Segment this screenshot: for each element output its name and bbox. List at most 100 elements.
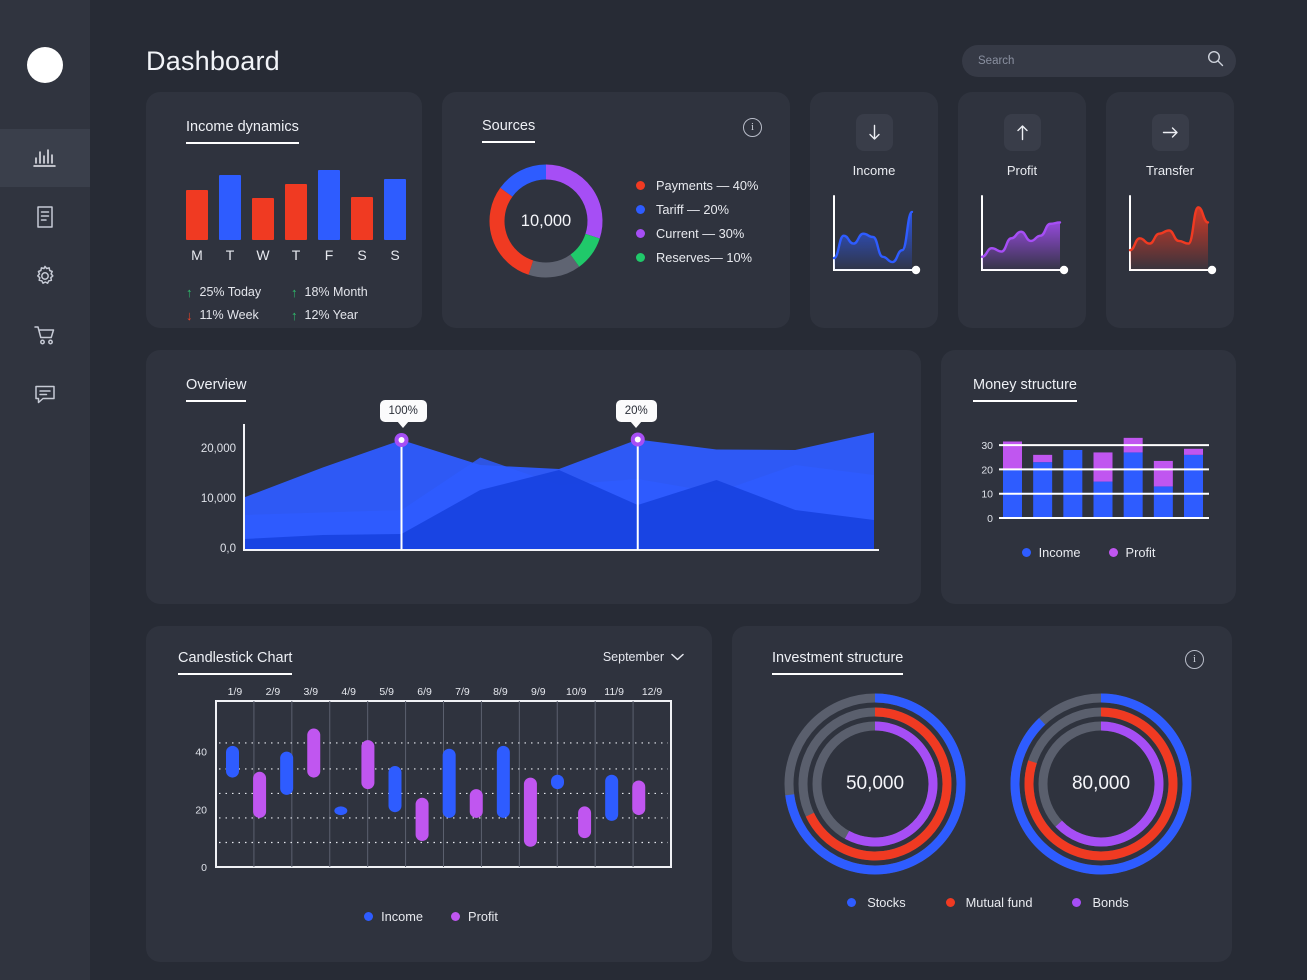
month-selector-label: September [602,650,664,664]
legend-label: Stocks [867,895,906,910]
arrow-down-icon: ↓ [186,307,193,323]
income-bar [186,189,208,240]
overview-y-tick: 20,000 [200,443,236,455]
income-bar [285,183,307,240]
investment-ring-left: 50,000 [780,689,970,879]
income-bar [219,174,241,240]
candlestick-y-tick: 20 [195,804,207,816]
legend-label: Current — 30% [656,225,745,241]
legend-color-dot [945,898,955,907]
candle-income [605,774,619,821]
sparkline-end-dot [1207,265,1217,275]
candlestick-x-tick: 10/9 [566,687,587,698]
candlestick-x-tick: 5/9 [379,687,394,698]
income-bar-label: T [291,247,301,263]
sidebar-item-documents[interactable] [0,188,90,246]
legend-color-dot [636,228,645,238]
sidebar-item-messages[interactable] [0,365,90,423]
income-bar-label: F [324,247,334,263]
legend-label: Bonds [1092,895,1129,910]
income-stat-item: ↓ 11% Week [186,308,291,322]
overview-tooltip: 100% [379,400,427,422]
row-top: Income dynamics M T W T F S S ↑ 25% Today ↑ 18% M… [146,92,1236,328]
candlestick-x-tick: 6/9 [417,687,432,698]
income-stat-text: 11% Week [199,308,259,322]
gear-icon [33,264,57,288]
legend-color-dot [451,912,461,921]
candlestick-y-tick: 0 [201,862,207,874]
overview-y-tick: 0,0 [220,543,236,555]
arrow-down-icon[interactable] [855,114,893,151]
topbar: Dashboard [146,0,1236,100]
transfer-sparkline [1122,192,1218,295]
investment-header: Investment structure i [772,650,1204,675]
money-bar-income [1153,486,1173,518]
overview-chart: 20,000 10,000 0,0 100% 20% [186,399,921,585]
bar-chart-icon [33,147,57,169]
search-icon[interactable] [1207,50,1224,72]
legend-color-dot [1108,548,1118,557]
arrow-up-icon: ↑ [291,307,298,323]
legend-label: Tariff — 20% [656,201,730,217]
card-candlestick: Candlestick Chart September 1/9 2/9 3/9 4/9… [146,626,712,962]
card-overview: Overview 20,000 10,000 0,0 100% 20% [146,350,921,604]
row-middle: Overview 20,000 10,000 0,0 100% 20% Money s… [146,350,1236,604]
sources-legend-item: Tariff — 20% [636,202,758,217]
legend-color-dot [1021,548,1031,557]
candlestick-x-tick: 2/9 [266,687,281,698]
candle-income [496,745,510,818]
money-legend-item: Income [1021,545,1081,560]
legend-color-dot [1072,898,1082,907]
sources-legend-item: Reserves— 10% [636,250,758,265]
page-title: Dashboard [146,45,280,76]
search-bar[interactable] [962,45,1236,77]
candle-profit [415,797,429,842]
legend-label: Profit [468,909,498,924]
legend-label: Profit [1125,545,1156,560]
candle-income [551,774,564,790]
income-bar [318,169,340,240]
money-y-tick: 30 [981,440,993,452]
arrow-up-icon: ↑ [291,284,298,300]
card-investment-structure: Investment structure i 50,000 80,000 Sto… [732,626,1232,962]
card-transfer-stat: Transfer [1106,92,1234,328]
sidebar-item-orders[interactable] [0,306,90,364]
legend-label: Mutual fund [965,895,1033,910]
candle-income [442,748,456,818]
cart-icon [33,323,58,347]
sources-header: Sources i [482,118,762,143]
income-stat-label: Income [852,163,896,178]
candle-profit [632,780,646,816]
money-structure-chart: 0 10 20 30 [973,420,1236,535]
profit-stat-label: Profit [1006,163,1038,178]
candle-profit [523,777,537,847]
overview-marker-dot-inner [634,436,641,443]
sources-chart-area: 10,000 Payments — 40% Tariff — 20% Current… [482,157,762,285]
info-icon[interactable]: i [1185,650,1204,669]
profit-sparkline [974,192,1070,295]
arrow-up-icon: ↑ [186,284,193,300]
search-input[interactable] [978,55,1188,67]
arrow-up-icon[interactable] [1003,114,1041,151]
info-icon[interactable]: i [743,118,762,137]
card-profit-stat: Profit [958,92,1086,328]
sources-legend: Payments — 40% Tariff — 20% Current — 30% R… [636,178,758,265]
sources-title: Sources [482,118,536,143]
candlestick-x-tick: 12/9 [642,687,663,698]
legend-color-dot [364,912,374,921]
income-stat-text: 12% Year [304,308,359,322]
legend-label: Income [1038,545,1081,560]
money-bar-profit [1093,452,1113,482]
candle-income [280,751,294,795]
candle-profit [361,740,375,790]
candlestick-title: Candlestick Chart [178,650,293,675]
month-selector[interactable]: September [603,650,684,664]
chat-icon [33,382,57,406]
avatar[interactable] [27,46,63,83]
legend-color-dot [847,898,857,907]
money-legend-item: Profit [1108,545,1156,560]
sidebar-item-analytics[interactable] [0,129,90,187]
arrow-right-icon[interactable] [1151,114,1189,151]
candlestick-x-tick: 7/9 [455,687,470,698]
sidebar-item-settings[interactable] [0,247,90,305]
